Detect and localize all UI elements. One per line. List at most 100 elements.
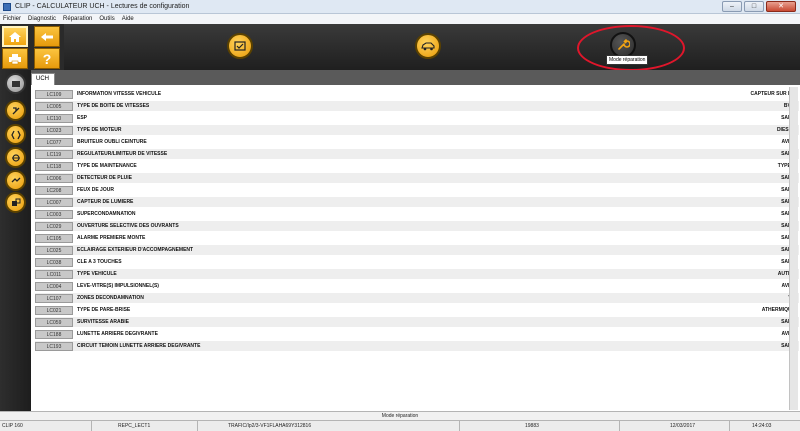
parameter-label: LUNETTE ARRIERE DEGIVRANTE [77, 331, 158, 337]
maximize-button[interactable]: □ [744, 1, 764, 12]
parameter-code: LC005 [35, 101, 73, 111]
ecu-icon [11, 80, 20, 87]
parameter-label: ALARME PREMIERE MONTE [77, 235, 146, 241]
table-row[interactable]: LC109 INFORMATION VITESSE VEHICULE CAPTEUR… [35, 89, 799, 99]
close-button[interactable]: ✕ [766, 1, 796, 12]
configuration-table: LC109 INFORMATION VITESSE VEHICULE CAPTEUR… [31, 85, 800, 411]
table-row[interactable]: LC011 TYPE VEHICULE AUTRE [35, 269, 799, 279]
configuration-icon [11, 198, 20, 206]
parameter-code: LC004 [35, 281, 73, 291]
sidebar-k-button[interactable] [5, 124, 26, 145]
parameter-label: ZONES DECONDAMNATION [77, 295, 144, 301]
parameter-code: LC119 [35, 149, 73, 159]
help-button[interactable]: ? [34, 48, 60, 69]
parameter-code: LC029 [35, 221, 73, 231]
parameter-code: LC118 [35, 161, 73, 171]
vehicle-button[interactable] [415, 33, 441, 59]
parameter-code: LC105 [35, 233, 73, 243]
parameter-label: BRUITEUR OUBLI CEINTURE [77, 139, 147, 145]
parameter-code: LC107 [35, 293, 73, 303]
status-bar: CLIP 160 REPC_LECT1 TRAFIC/Ip2/3-VF1FLAH… [0, 420, 800, 431]
print-button[interactable] [2, 48, 28, 69]
menu-bar: Fichier Diagnostic Réparation Outils Aid… [0, 14, 800, 24]
table-row[interactable]: LC007CAPTEUR DE LUMIERESANS [35, 197, 799, 207]
parameter-label: TYPE VEHICULE [77, 271, 117, 277]
table-row[interactable]: LC029OUVERTURE SELECTIVE DES OUVRANTSSAN… [35, 221, 799, 231]
config-reading-icon [234, 41, 246, 51]
question-mark-icon: ? [42, 50, 52, 67]
status-ref: REPC_LECT1 [92, 421, 198, 431]
table-row[interactable]: LC105ALARME PREMIERE MONTESANS [35, 233, 799, 243]
parameter-code: LC109 [35, 89, 73, 99]
parameter-code: LC208 [35, 185, 73, 195]
test-icon [11, 177, 20, 182]
table-row[interactable]: LC021 TYPE DE PARE-BRISE ATHERMIQUE [35, 305, 799, 315]
table-row[interactable]: LC193 CIRCUIT TEMOIN LUNETTE ARRIERE DEGI… [35, 341, 799, 351]
parameter-label: DETECTEUR DE PLUIE [77, 175, 133, 181]
table-row[interactable]: LC110ESPSANS [35, 113, 799, 123]
parameter-code: LC003 [35, 209, 73, 219]
table-row[interactable]: LC059SURVITESSE ARABIESANS [35, 317, 799, 327]
config-reading-button[interactable] [227, 33, 253, 59]
table-row[interactable]: LC077BRUITEUR OUBLI CEINTUREAVEC [35, 137, 799, 147]
parameter-code: LC038 [35, 257, 73, 267]
table-row[interactable]: LC118 TYPE DE MAINTENANCE TYPE 1 [35, 161, 799, 171]
params-icon [12, 106, 19, 114]
parameter-code: LC110 [35, 113, 73, 123]
minimize-button[interactable]: – [722, 1, 742, 12]
table-row[interactable]: LC005TYPE DE BOITE DE VITESSESBVM [35, 101, 799, 111]
back-button[interactable] [34, 26, 60, 47]
mode-bar: Mode réparation [0, 411, 800, 420]
parameter-label: ESP [77, 115, 88, 121]
sidebar-ecu-button[interactable] [5, 73, 26, 94]
parameter-code: LC077 [35, 137, 73, 147]
table-row[interactable]: LC107ZONES DECONDAMNATIONVP [35, 293, 799, 303]
parameter-label: TYPE DE PARE-BRISE [77, 307, 131, 313]
red-highlight-circle [577, 25, 685, 71]
sidebar-tests-button[interactable] [5, 170, 26, 191]
parameter-label: SURVITESSE ARABIE [77, 319, 129, 325]
status-device: CLIP 160 [0, 421, 92, 431]
table-row[interactable]: LC003SUPERCONDAMNATIONSANS [35, 209, 799, 219]
sidebar-commands-button[interactable] [5, 147, 26, 168]
menu-outils[interactable]: Outils [99, 14, 114, 24]
parameter-label: TYPE DE MOTEUR [77, 127, 122, 133]
parameter-code: LC023 [35, 125, 73, 135]
parameter-code: LC188 [35, 329, 73, 339]
window-titlebar: CLIP - CALCULATEUR UCH - Lectures de con… [0, 0, 800, 14]
home-button[interactable] [2, 26, 28, 47]
parameter-label: INFORMATION VITESSE VEHICULE [77, 91, 162, 97]
parameter-label: TYPE DE MAINTENANCE [77, 163, 137, 169]
parameter-code: LC007 [35, 197, 73, 207]
status-code: 19883 [460, 421, 620, 431]
table-row[interactable]: LC208FEUX DE JOURSANS [35, 185, 799, 195]
status-date: 12/03/2017 [620, 421, 730, 431]
parameter-label: SUPERCONDAMNATION [77, 211, 136, 217]
window-controls: – □ ✕ [722, 1, 796, 12]
menu-reparation[interactable]: Réparation [63, 14, 92, 24]
menu-aide[interactable]: Aide [122, 14, 134, 24]
parameter-code: LC059 [35, 317, 73, 327]
commands-icon [11, 153, 20, 162]
parameter-code: LC006 [35, 173, 73, 183]
parameter-label: CLE A 3 TOUCHES [77, 259, 122, 265]
parameter-label: TYPE DE BOITE DE VITESSES [77, 103, 150, 109]
table-row[interactable]: LC038CLE A 3 TOUCHESSANS [35, 257, 799, 267]
parameter-label: CIRCUIT TEMOIN LUNETTE ARRIERE DEGIVRANT… [77, 343, 201, 349]
main-panel: UCH LC109 INFORMATION VITESSE VEHICULE CAP… [31, 70, 800, 411]
table-row[interactable]: LC188LUNETTE ARRIERE DEGIVRANTEAVEC [35, 329, 799, 339]
parameter-label: CAPTEUR DE LUMIERE [77, 199, 134, 205]
vertical-scrollbar[interactable] [789, 87, 798, 410]
table-row[interactable]: LC006DETECTEUR DE PLUIESANS [35, 173, 799, 183]
tab-uch[interactable]: UCH [31, 73, 55, 85]
sidebar [0, 70, 31, 411]
table-row[interactable]: LC025 ECLAIRAGE EXTERIEUR D'ACCOMPAGNEMEN… [35, 245, 799, 255]
menu-fichier[interactable]: Fichier [3, 14, 21, 24]
sidebar-params-button[interactable] [5, 100, 26, 121]
sidebar-configuration-button[interactable] [5, 192, 26, 213]
table-row[interactable]: LC004LEVE-VITRE(S) IMPULSIONNEL(S)AVEC [35, 281, 799, 291]
table-row[interactable]: LC119REGULATEUR/LIMITEUR DE VITESSESANS [35, 149, 799, 159]
menu-diagnostic[interactable]: Diagnostic [28, 14, 56, 24]
window-title: CLIP - CALCULATEUR UCH - Lectures de con… [15, 3, 190, 10]
table-row[interactable]: LC023 TYPE DE MOTEUR DIESEL [35, 125, 799, 135]
